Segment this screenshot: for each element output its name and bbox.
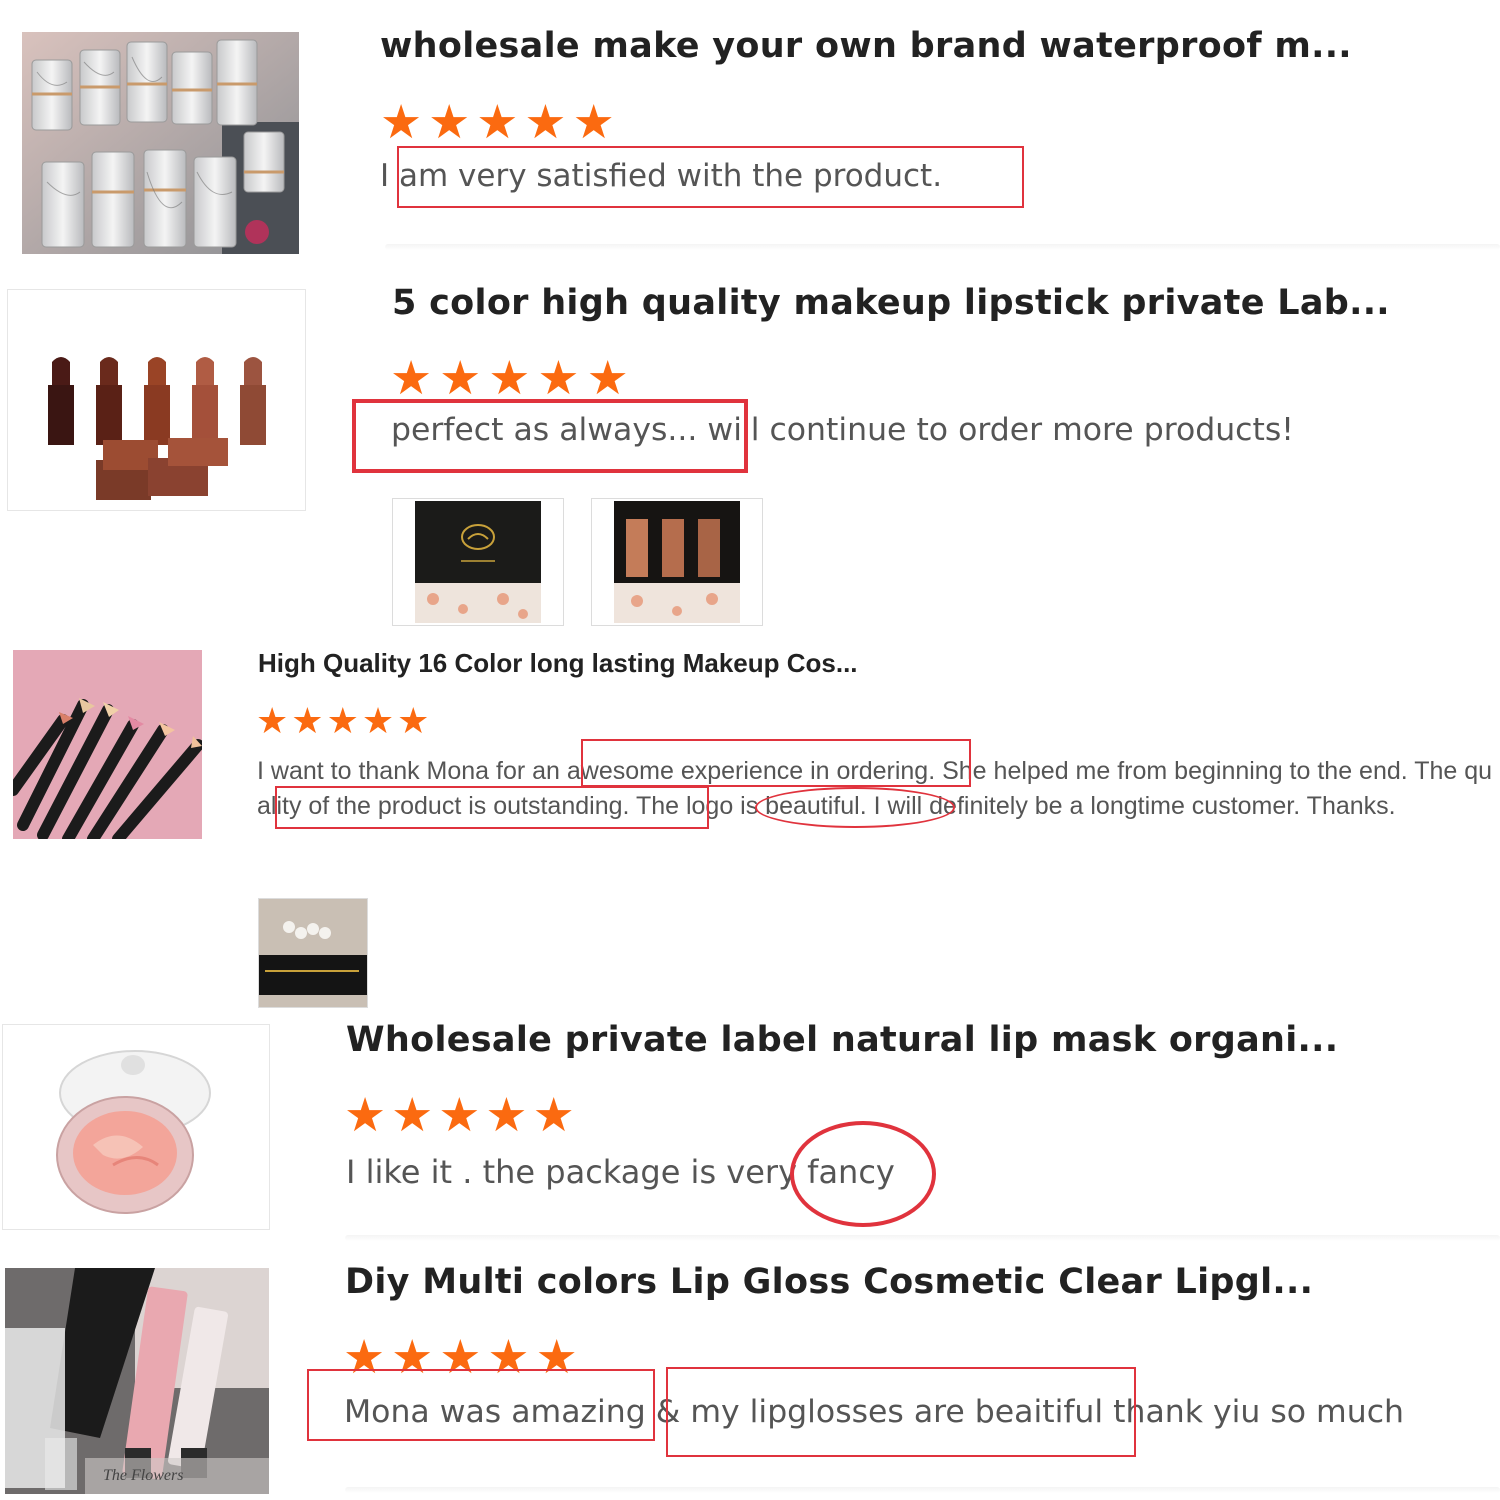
star-icon: ★ (391, 1088, 439, 1141)
star-icon: ★ (428, 95, 477, 148)
review-photo[interactable] (392, 498, 564, 626)
product-title[interactable]: High Quality 16 Color long lasting Makeu… (258, 648, 858, 679)
product-thumbnail-marble-lipsticks[interactable] (22, 32, 299, 254)
photo-caption: The Flowers (103, 1467, 183, 1484)
star-icon: ★ (256, 700, 292, 741)
product-title[interactable]: wholesale make your own brand waterproof… (380, 26, 1352, 66)
star-icon: ★ (537, 351, 587, 404)
star-rating: ★★★★★ (380, 94, 621, 150)
divider (345, 1487, 1500, 1493)
star-icon: ★ (344, 1088, 392, 1141)
divider (345, 1235, 1500, 1241)
star-icon: ★ (397, 700, 433, 741)
star-icon: ★ (586, 351, 636, 404)
logo-box-photo (393, 499, 563, 625)
star-icon: ★ (361, 700, 398, 741)
highlight-box (352, 399, 748, 473)
star-icon: ★ (380, 95, 429, 148)
star-icon: ★ (476, 95, 525, 148)
star-rating: ★★★★★ (344, 1087, 580, 1143)
star-icon: ★ (485, 1088, 533, 1141)
lip-pencils-image (13, 650, 202, 839)
product-title[interactable]: Wholesale private label natural lip mask… (346, 1020, 1338, 1060)
star-icon: ★ (524, 95, 573, 148)
product-title[interactable]: 5 color high quality makeup lipstick pri… (392, 283, 1390, 323)
highlight-box (666, 1367, 1136, 1457)
highlight-box (275, 786, 709, 829)
lipstick-set-image (8, 290, 305, 510)
star-icon: ★ (439, 351, 489, 404)
star-icon: ★ (291, 700, 327, 741)
marble-lipsticks-image (22, 32, 299, 254)
product-title[interactable]: Diy Multi colors Lip Gloss Cosmetic Clea… (345, 1262, 1313, 1302)
star-rating: ★★★★★ (256, 700, 432, 742)
highlight-circle (755, 787, 955, 828)
lip-mask-jar-image (3, 1025, 269, 1229)
divider (385, 244, 1500, 250)
highlight-box (397, 146, 1024, 208)
product-thumbnail-lip-gloss[interactable]: The Flowers (5, 1268, 269, 1494)
lipstick-box-photo (592, 499, 762, 625)
highlight-circle (790, 1121, 936, 1227)
star-icon: ★ (488, 351, 538, 404)
product-thumbnail-lip-mask[interactable] (2, 1024, 270, 1230)
pearl-box-photo (259, 899, 367, 1007)
star-icon: ★ (326, 700, 362, 741)
star-icon: ★ (390, 351, 440, 404)
review-photo[interactable] (591, 498, 763, 626)
star-icon: ★ (438, 1088, 486, 1141)
star-icon: ★ (572, 95, 621, 148)
highlight-box (581, 739, 971, 787)
lip-gloss-image: The Flowers (5, 1268, 269, 1494)
highlight-box (307, 1369, 655, 1441)
product-thumbnail-lip-pencils[interactable] (13, 650, 202, 839)
review-photo[interactable] (258, 898, 368, 1008)
star-icon: ★ (532, 1088, 580, 1141)
product-thumbnail-lipstick-set[interactable] (7, 289, 306, 511)
star-rating: ★★★★★ (390, 350, 636, 406)
